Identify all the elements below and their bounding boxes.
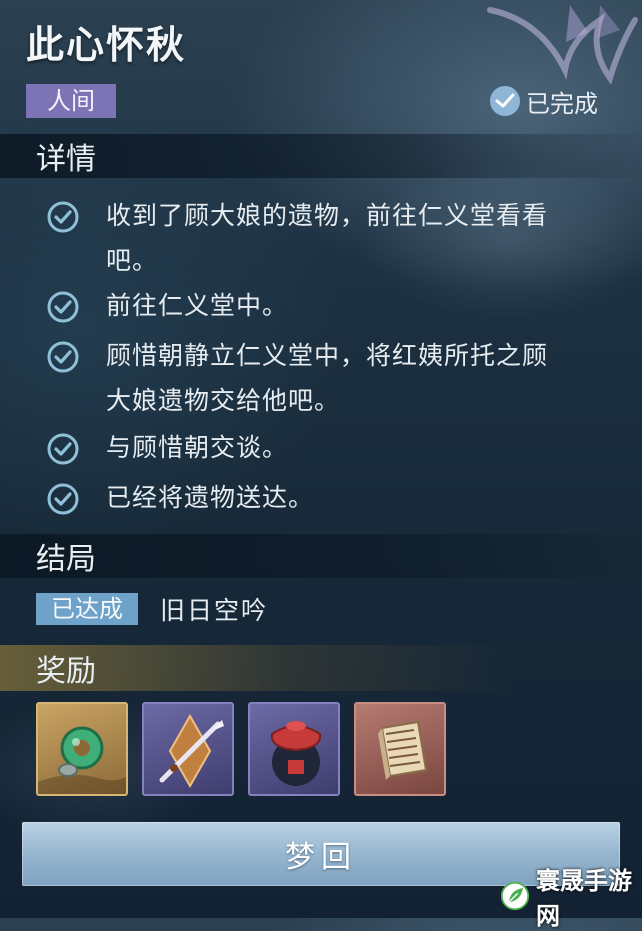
status-label: 已完成 [526, 89, 598, 118]
reward-section-header: 奖励 [0, 645, 642, 691]
task-text: 与顾惜朝交谈。 [106, 433, 289, 462]
dream-return-label: 梦回 [285, 840, 357, 875]
jade-pendant-icon [38, 726, 126, 794]
watermark-text: 寰晟手游网 [536, 867, 633, 930]
check-circle-icon [47, 201, 79, 233]
reward-item[interactable] [248, 702, 340, 796]
ending-section-header: 结局 [0, 534, 642, 578]
wine-jar-icon [270, 721, 322, 786]
task-item: 顾惜朝静立仁义堂中，将红姨所托之顾 大娘遗物交给他吧。 [46, 338, 621, 423]
check-circle-icon [47, 341, 79, 373]
task-text: 顾惜朝静立仁义堂中，将红姨所托之顾 大娘遗物交给他吧。 [106, 341, 549, 415]
reward-item[interactable] [142, 702, 234, 796]
reward-item[interactable] [354, 702, 446, 796]
leaf-logo-icon [500, 881, 530, 911]
task-item: 已经将遗物送达。 [46, 480, 621, 520]
ending-achieved-badge: 已达成 [36, 593, 138, 625]
quest-category-tag: 人间 [26, 84, 116, 118]
ending-name: 旧日空吟 [160, 596, 269, 625]
book-icon [378, 720, 428, 780]
watermark: 寰晟手游网 [500, 867, 642, 930]
details-section-header: 详情 [0, 134, 642, 178]
dagger-icon [159, 713, 224, 789]
task-text: 前往仁义堂中。 [106, 291, 289, 320]
reward-heading: 奖励 [36, 654, 96, 689]
check-circle-icon [47, 291, 79, 323]
ending-heading: 结局 [36, 542, 96, 577]
details-heading: 详情 [36, 142, 96, 177]
check-circle-icon [47, 433, 79, 465]
reward-item[interactable] [36, 702, 128, 796]
check-circle-icon [490, 86, 520, 116]
check-circle-icon [47, 483, 79, 515]
task-text: 已经将遗物送达。 [106, 483, 315, 512]
quest-status: 已完成 [490, 84, 598, 118]
task-item: 前往仁义堂中。 [46, 288, 621, 328]
quest-title: 此心怀秋 [26, 22, 187, 67]
task-item: 与顾惜朝交谈。 [46, 430, 621, 470]
emblem-decoration-icon [487, 5, 638, 85]
task-text: 收到了顾大娘的遗物，前往仁义堂看看 吧。 [106, 201, 549, 275]
task-item: 收到了顾大娘的遗物，前往仁义堂看看 吧。 [46, 198, 621, 283]
